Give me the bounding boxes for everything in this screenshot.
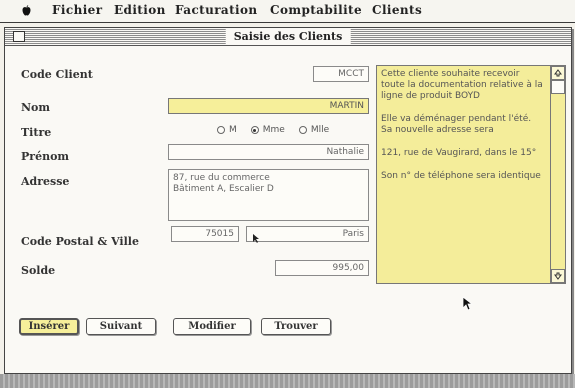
notes-paragraph: Elle va déménager pendant l'été. Sa nouv… bbox=[381, 114, 532, 135]
menu-fichier[interactable]: Fichier bbox=[52, 3, 102, 17]
nom-label: Nom bbox=[21, 101, 51, 114]
adresse-label: Adresse bbox=[21, 175, 70, 188]
client-entry-window: Saisie des Clients Code Client MCCT Nom … bbox=[4, 27, 572, 374]
notes-paragraph: Cette cliente souhaite recevoir toute la… bbox=[381, 69, 543, 101]
code-postal-field[interactable]: 75015 bbox=[171, 226, 239, 242]
solde-field[interactable]: 995,00 bbox=[275, 260, 369, 276]
scroll-up-arrow-icon[interactable] bbox=[551, 66, 565, 80]
window-title: Saisie des Clients bbox=[225, 29, 351, 44]
notes-paragraph: 121, rue de Vaugirard, dans le 15° bbox=[381, 148, 537, 158]
notes-text-area[interactable]: Cette cliente souhaite recevoir toute la… bbox=[376, 65, 566, 284]
menu-clients[interactable]: Clients bbox=[372, 3, 422, 17]
titre-radio-group: M Mme Mlle bbox=[217, 125, 329, 135]
prenom-field[interactable]: Nathalie bbox=[168, 144, 369, 160]
suivant-button[interactable]: Suivant bbox=[86, 318, 156, 335]
close-box[interactable] bbox=[13, 31, 25, 42]
apple-icon[interactable] bbox=[22, 5, 31, 16]
nom-field[interactable]: MARTIN bbox=[168, 98, 369, 114]
menu-bar: Fichier Edition Facturation Comptabilite… bbox=[0, 0, 575, 23]
titre-radio-m[interactable]: M bbox=[217, 125, 237, 135]
notes-paragraph: Son n° de téléphone sera identique bbox=[381, 171, 541, 181]
titre-label: Titre bbox=[21, 126, 52, 139]
menu-edition[interactable]: Edition bbox=[114, 3, 166, 17]
trouver-button[interactable]: Trouver bbox=[261, 318, 331, 335]
adresse-line-1: 87, rue du commerce bbox=[173, 173, 270, 183]
radio-button-icon bbox=[298, 126, 307, 134]
adresse-field[interactable]: 87, rue du commerce Bâtiment A, Escalier… bbox=[168, 169, 369, 221]
menu-facturation[interactable]: Facturation bbox=[175, 3, 258, 17]
notes-scrollbar[interactable] bbox=[550, 66, 565, 283]
scroll-thumb[interactable] bbox=[551, 80, 565, 94]
scroll-down-arrow-icon[interactable] bbox=[551, 269, 565, 283]
text-cursor-arrow-icon bbox=[253, 234, 259, 243]
desktop-pattern bbox=[0, 374, 575, 388]
code-postal-ville-label: Code Postal & Ville bbox=[21, 235, 139, 248]
titre-radio-mlle[interactable]: Mlle bbox=[298, 125, 329, 135]
code-client-field[interactable]: MCCT bbox=[313, 66, 369, 82]
prenom-label: Prénom bbox=[21, 150, 70, 163]
radio-button-selected-icon bbox=[250, 126, 259, 134]
adresse-line-2: Bâtiment A, Escalier D bbox=[173, 184, 274, 194]
code-client-label: Code Client bbox=[21, 68, 93, 81]
window-title-bar[interactable]: Saisie des Clients bbox=[5, 28, 571, 46]
notes-content: Cette cliente souhaite recevoir toute la… bbox=[381, 69, 543, 194]
radio-button-icon bbox=[217, 126, 225, 134]
ville-field[interactable]: Paris bbox=[246, 226, 369, 242]
titre-radio-mme[interactable]: Mme bbox=[250, 125, 285, 135]
inserer-button[interactable]: Insérer bbox=[19, 318, 79, 335]
solde-label: Solde bbox=[21, 264, 56, 277]
mouse-pointer-icon bbox=[462, 296, 474, 311]
menu-comptabilite[interactable]: Comptabilite bbox=[270, 3, 362, 17]
modifier-button[interactable]: Modifier bbox=[173, 318, 251, 335]
